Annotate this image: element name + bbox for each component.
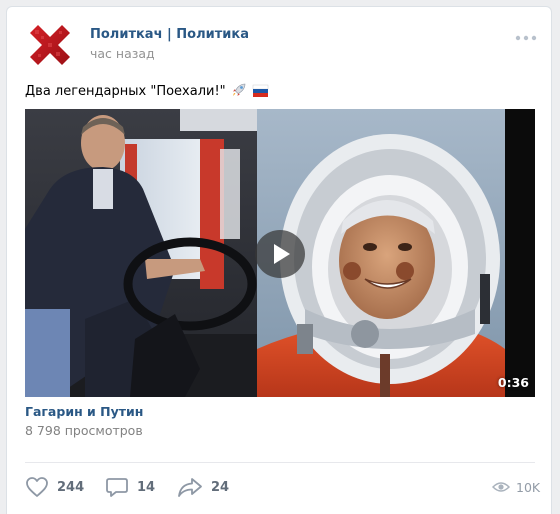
post-time[interactable]: час назад xyxy=(90,46,155,61)
comment-icon xyxy=(106,478,128,497)
video-player[interactable]: 0:36 xyxy=(25,109,535,397)
play-icon xyxy=(274,244,290,264)
group-name-link[interactable]: Политкач | Политика xyxy=(90,27,249,42)
views-stat: 10K xyxy=(492,474,540,500)
actions-divider xyxy=(25,462,535,463)
russia-flag-icon xyxy=(252,84,269,97)
video-title-link[interactable]: Гагарин и Путин xyxy=(25,404,143,419)
comment-button[interactable]: 14 xyxy=(105,474,155,500)
play-button[interactable] xyxy=(255,230,305,278)
like-button[interactable]: 244 xyxy=(25,474,84,500)
post-card: Политкач | Политика час назад Два легенд… xyxy=(6,6,552,514)
comments-count: 14 xyxy=(137,479,156,495)
likes-count: 244 xyxy=(57,479,85,495)
post-text-content: Два легендарных "Поехали!" xyxy=(25,84,226,99)
post-text: Два легендарных "Поехали!" xyxy=(25,82,269,99)
rocket-icon xyxy=(232,83,246,96)
video-duration: 0:36 xyxy=(497,375,529,390)
shares-count: 24 xyxy=(211,479,230,495)
video-views: 8 798 просмотров xyxy=(25,423,143,438)
group-avatar[interactable] xyxy=(26,21,74,69)
share-button[interactable]: 24 xyxy=(177,474,229,500)
eye-icon xyxy=(492,482,510,492)
views-count: 10K xyxy=(516,479,541,495)
more-dots-icon[interactable] xyxy=(515,34,537,42)
share-arrow-icon xyxy=(178,478,202,497)
heart-icon xyxy=(26,477,48,497)
